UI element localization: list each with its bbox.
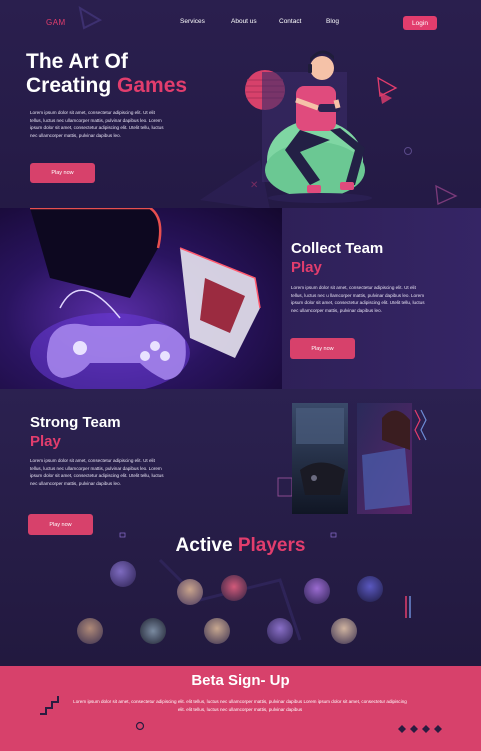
players-title: Active Players — [0, 535, 481, 557]
players-title-main: Active — [175, 535, 238, 556]
player-avatar[interactable] — [331, 618, 357, 644]
player-avatar[interactable] — [267, 618, 293, 644]
player-avatar[interactable] — [204, 618, 230, 644]
player-avatar[interactable] — [140, 618, 166, 644]
player-avatar[interactable] — [357, 576, 383, 602]
player-avatar[interactable] — [77, 618, 103, 644]
player-avatar[interactable] — [221, 575, 247, 601]
players-title-accent: Players — [237, 535, 306, 556]
gaming-photos — [292, 403, 427, 514]
player-avatar[interactable] — [304, 578, 330, 604]
landing-page: ✕ GAM Services About us Contact Blog Log… — [0, 0, 481, 751]
player-avatar[interactable] — [110, 561, 136, 587]
player-avatar[interactable] — [177, 579, 203, 605]
beta-decor — [40, 696, 442, 733]
